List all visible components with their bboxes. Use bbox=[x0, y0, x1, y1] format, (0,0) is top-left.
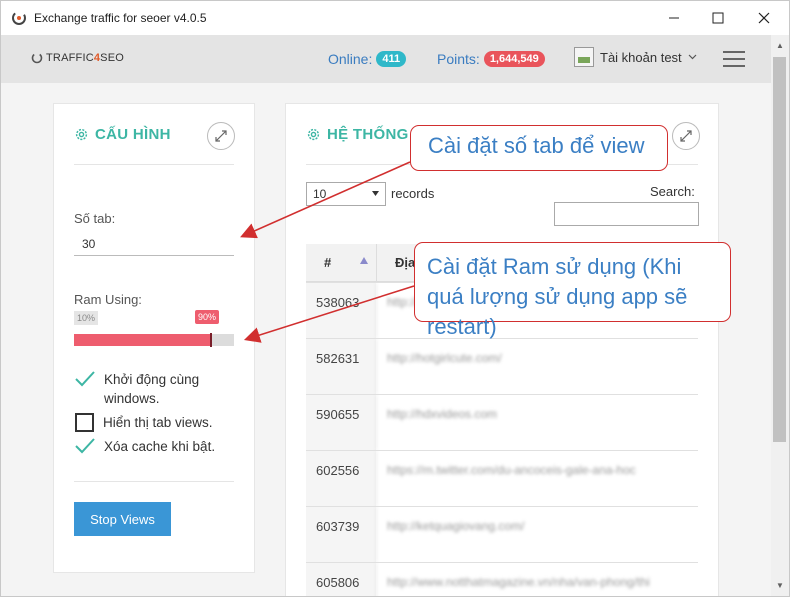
expand-config-button[interactable] bbox=[207, 122, 235, 150]
ram-slider[interactable] bbox=[74, 333, 234, 347]
option-show-tabs[interactable]: Hiển thị tab views. bbox=[74, 413, 244, 432]
online-indicator: Online: 411 bbox=[328, 51, 407, 67]
records-label: records bbox=[391, 186, 435, 201]
app-header: TRAFFIC4SEO Online: 411 Points: 1,644,54… bbox=[1, 35, 771, 83]
ram-using-label: Ram Using: bbox=[74, 292, 142, 307]
row-id: 602556 bbox=[306, 451, 376, 506]
title-bar: Exchange traffic for seoer v4.0.5 bbox=[1, 1, 789, 35]
option-clear-cache[interactable]: Xóa cache khi bật. bbox=[74, 437, 244, 456]
scroll-down-icon[interactable]: ▼ bbox=[771, 577, 789, 593]
option-clear-cache-label: Xóa cache khi bật. bbox=[104, 439, 216, 454]
stop-views-button[interactable]: Stop Views bbox=[74, 502, 171, 536]
window-title: Exchange traffic for seoer v4.0.5 bbox=[34, 11, 207, 25]
ram-slider-fill bbox=[74, 334, 211, 346]
account-menu[interactable]: Tài khoản test bbox=[574, 47, 697, 67]
minimize-button[interactable] bbox=[651, 1, 697, 35]
row-address: http://hotgirlcute.com/ bbox=[376, 339, 698, 394]
checkmark-icon bbox=[75, 371, 95, 387]
system-panel: HỆ THỐNG 10 records Search: # Địa 538063… bbox=[285, 103, 719, 596]
search-label: Search: bbox=[650, 184, 695, 199]
brand-logo[interactable]: TRAFFIC4SEO bbox=[31, 52, 124, 64]
row-id: 590655 bbox=[306, 395, 376, 450]
checkbox-empty-icon bbox=[75, 413, 94, 432]
points-label: Points: bbox=[437, 51, 480, 67]
row-address: http://hdxvideos.com bbox=[376, 395, 698, 450]
search-input[interactable] bbox=[554, 202, 699, 226]
expand-system-button[interactable] bbox=[672, 122, 700, 150]
online-label: Online: bbox=[328, 51, 373, 67]
row-id: 605806 bbox=[306, 563, 376, 596]
callout-tab-setting: Cài đặt số tab để view bbox=[410, 125, 668, 171]
ram-min-label: 10% bbox=[74, 311, 99, 325]
divider bbox=[74, 164, 234, 165]
app-logo-icon bbox=[12, 11, 26, 25]
sort-asc-icon bbox=[360, 257, 368, 264]
scrollbar-thumb[interactable] bbox=[773, 57, 786, 442]
checkmark-icon bbox=[75, 438, 95, 454]
table-row[interactable]: 590655 http://hdxvideos.com bbox=[306, 394, 698, 450]
table-row[interactable]: 582631 http://hotgirlcute.com/ bbox=[306, 338, 698, 394]
row-address: http://ketquagiovang.com/ bbox=[376, 507, 698, 562]
config-title: CẤU HÌNH bbox=[74, 126, 171, 143]
column-header-id[interactable]: # bbox=[306, 244, 376, 282]
dropdown-arrow-icon bbox=[372, 191, 379, 196]
tab-count-label: Số tab: bbox=[74, 211, 116, 226]
brand-logo-icon bbox=[31, 52, 43, 64]
points-badge: 1,644,549 bbox=[483, 51, 545, 67]
expand-icon bbox=[215, 130, 227, 142]
gear-icon bbox=[75, 128, 88, 141]
window-scrollbar[interactable]: ▲ ▼ bbox=[771, 35, 789, 596]
gear-icon bbox=[307, 128, 320, 141]
divider bbox=[74, 481, 234, 482]
hamburger-menu-icon[interactable] bbox=[723, 51, 745, 67]
maximize-icon bbox=[712, 12, 724, 24]
option-autostart-label: Khởi động cùng windows. bbox=[104, 372, 200, 406]
expand-icon bbox=[680, 130, 692, 142]
account-name: Tài khoản test bbox=[600, 49, 682, 65]
ram-value-tooltip: 90% bbox=[195, 310, 220, 324]
system-title: HỆ THỐNG bbox=[306, 126, 409, 143]
page-size-value: 10 bbox=[313, 187, 327, 201]
row-id: 582631 bbox=[306, 339, 376, 394]
row-address: https://m.twitter.com/du-ancoceis-gale-a… bbox=[376, 451, 698, 506]
ram-slider-handle[interactable] bbox=[210, 333, 212, 347]
callout-ram-setting: Cài đặt Ram sử dụng (Khi quá lượng sử dụ… bbox=[414, 242, 731, 339]
option-show-tabs-label: Hiển thị tab views. bbox=[103, 415, 213, 430]
online-count-badge: 411 bbox=[376, 51, 407, 67]
row-id: 603739 bbox=[306, 507, 376, 562]
scroll-up-icon[interactable]: ▲ bbox=[771, 37, 789, 53]
avatar bbox=[574, 47, 594, 67]
close-icon bbox=[758, 12, 770, 24]
minimize-icon bbox=[669, 17, 679, 19]
table-row[interactable]: 605806 http://www.notthatmagazine.vn/nha… bbox=[306, 562, 698, 596]
table-row[interactable]: 603739 http://ketquagiovang.com/ bbox=[306, 506, 698, 562]
config-panel: CẤU HÌNH Số tab: 30 Ram Using: 10% 90% K… bbox=[53, 103, 255, 573]
close-button[interactable] bbox=[741, 1, 787, 35]
page-size-select[interactable]: 10 bbox=[306, 182, 386, 206]
row-id: 538063 bbox=[306, 283, 376, 338]
option-autostart[interactable]: Khởi động cùng windows. bbox=[74, 370, 244, 408]
row-address: http://www.notthatmagazine.vn/nha/van-ph… bbox=[376, 563, 698, 596]
table-row[interactable]: 602556 https://m.twitter.com/du-ancoceis… bbox=[306, 450, 698, 506]
chevron-down-icon bbox=[688, 54, 697, 60]
tab-count-input[interactable]: 30 bbox=[74, 232, 234, 256]
app-window: Exchange traffic for seoer v4.0.5 TRAFFI… bbox=[0, 0, 790, 597]
points-indicator: Points: 1,644,549 bbox=[437, 51, 545, 67]
maximize-button[interactable] bbox=[695, 1, 741, 35]
